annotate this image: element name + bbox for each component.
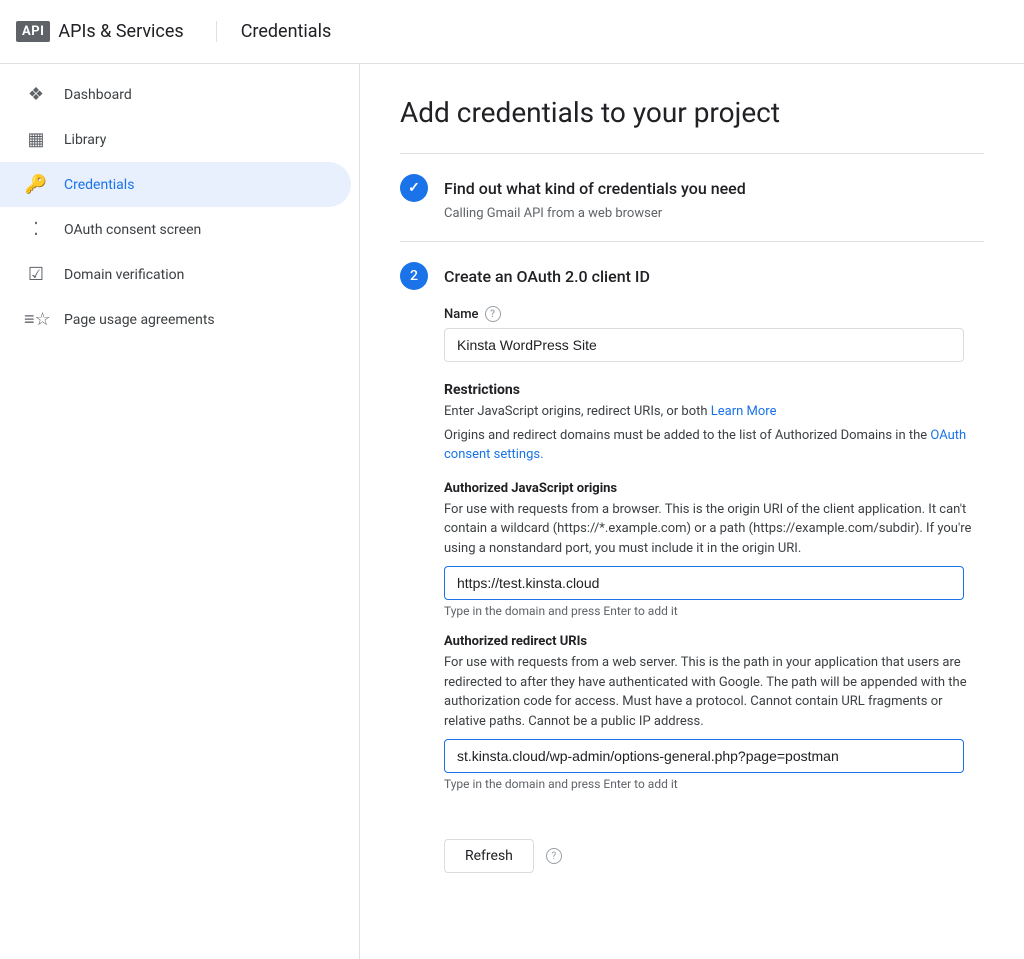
sidebar-item-dashboard[interactable]: ❖ Dashboard <box>0 72 351 117</box>
credentials-icon: 🔑 <box>24 174 48 195</box>
step-1-title: Find out what kind of credentials you ne… <box>444 179 746 198</box>
auth-redirect-input[interactable] <box>444 739 964 773</box>
auth-redirect-desc: For use with requests from a web server.… <box>444 653 984 731</box>
sidebar-item-library[interactable]: ▦ Library <box>0 117 351 162</box>
domain-icon: ☑ <box>24 264 48 285</box>
library-icon: ▦ <box>24 129 48 150</box>
step-1-check <box>400 174 428 202</box>
action-row: Refresh ? <box>444 823 984 873</box>
restrictions-desc1: Enter JavaScript origins, redirect URIs,… <box>444 402 984 422</box>
step-2-form: Name ? Restrictions Enter JavaScript ori… <box>444 306 984 873</box>
auth-redirect-title: Authorized redirect URIs <box>444 634 984 649</box>
step-2-header: 2 Create an OAuth 2.0 client ID <box>400 262 984 290</box>
sidebar-label-page-usage: Page usage agreements <box>64 312 215 328</box>
header-page-title: Credentials <box>216 21 332 42</box>
auth-redirect-hint: Type in the domain and press Enter to ad… <box>444 777 984 791</box>
step-1: Find out what kind of credentials you ne… <box>400 153 984 241</box>
api-badge: API <box>16 21 50 42</box>
sidebar-item-page-usage[interactable]: ≡☆ Page usage agreements <box>0 297 351 342</box>
main-layout: ❖ Dashboard ▦ Library 🔑 Credentials ⁚ OA… <box>0 64 1024 959</box>
refresh-button[interactable]: Refresh <box>444 839 534 873</box>
step-1-header: Find out what kind of credentials you ne… <box>400 174 984 202</box>
restrictions-desc2: Origins and redirect domains must be add… <box>444 426 984 465</box>
sidebar-item-oauth-consent[interactable]: ⁚ OAuth consent screen <box>0 207 351 252</box>
sidebar: ❖ Dashboard ▦ Library 🔑 Credentials ⁚ OA… <box>0 64 360 959</box>
main-content: Add credentials to your project Find out… <box>360 64 1024 959</box>
sidebar-label-oauth-consent: OAuth consent screen <box>64 222 201 238</box>
sidebar-label-dashboard: Dashboard <box>64 87 132 103</box>
sidebar-label-credentials: Credentials <box>64 177 134 193</box>
step-2-title: Create an OAuth 2.0 client ID <box>444 267 650 286</box>
auth-js-desc: For use with requests from a browser. Th… <box>444 500 984 559</box>
page-title: Add credentials to your project <box>400 96 984 129</box>
app-name: APIs & Services <box>58 21 183 42</box>
api-logo: API APIs & Services <box>16 21 184 42</box>
step-2: 2 Create an OAuth 2.0 client ID Name ? R… <box>400 241 984 893</box>
restrictions-title: Restrictions <box>444 382 984 398</box>
oauth-icon: ⁚ <box>24 219 48 240</box>
step-1-subtitle: Calling Gmail API from a web browser <box>444 206 984 221</box>
sidebar-label-library: Library <box>64 132 106 148</box>
refresh-help-icon[interactable]: ? <box>546 848 562 864</box>
name-input[interactable] <box>444 328 964 362</box>
top-header: API APIs & Services Credentials <box>0 0 1024 64</box>
name-help-icon[interactable]: ? <box>485 306 501 322</box>
sidebar-item-domain-verification[interactable]: ☑ Domain verification <box>0 252 351 297</box>
dashboard-icon: ❖ <box>24 84 48 105</box>
auth-js-input[interactable] <box>444 566 964 600</box>
name-label: Name ? <box>444 306 984 322</box>
sidebar-label-domain-verification: Domain verification <box>64 267 184 283</box>
learn-more-link[interactable]: Learn More <box>711 404 777 419</box>
auth-js-title: Authorized JavaScript origins <box>444 481 984 496</box>
sidebar-item-credentials[interactable]: 🔑 Credentials <box>0 162 351 207</box>
step-2-number: 2 <box>400 262 428 290</box>
page-usage-icon: ≡☆ <box>24 309 48 330</box>
auth-js-hint: Type in the domain and press Enter to ad… <box>444 604 984 618</box>
